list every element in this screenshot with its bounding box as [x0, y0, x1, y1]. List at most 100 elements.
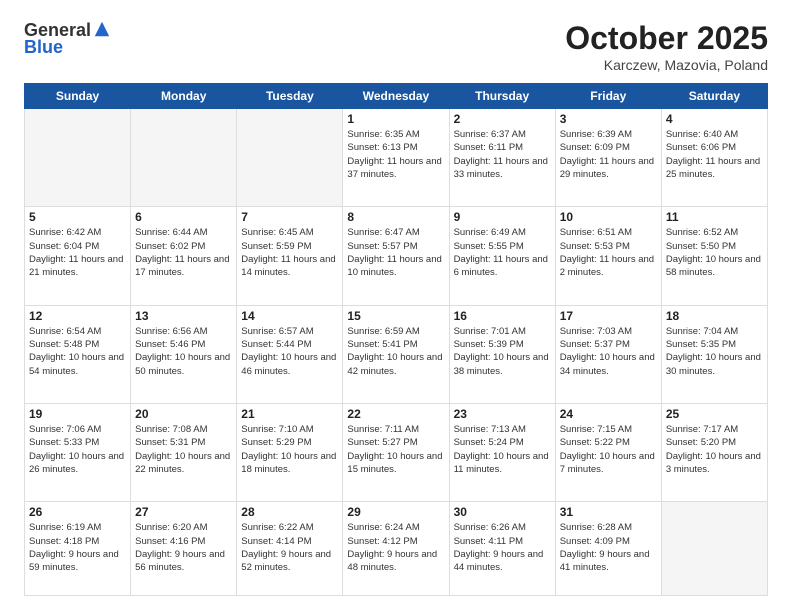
- calendar-cell: [661, 502, 767, 596]
- day-info: Sunrise: 6:57 AM Sunset: 5:44 PM Dayligh…: [241, 325, 338, 378]
- day-number: 5: [29, 210, 126, 224]
- col-sunday: Sunday: [25, 84, 131, 109]
- calendar-cell: 20 Sunrise: 7:08 AM Sunset: 5:31 PM Dayli…: [131, 403, 237, 501]
- day-number: 8: [347, 210, 444, 224]
- day-info: Sunrise: 7:11 AM Sunset: 5:27 PM Dayligh…: [347, 423, 444, 476]
- calendar-cell: 8 Sunrise: 6:47 AM Sunset: 5:57 PM Daylig…: [343, 207, 449, 305]
- calendar-cell: 14 Sunrise: 6:57 AM Sunset: 5:44 PM Dayli…: [237, 305, 343, 403]
- calendar-cell: 4Sunrise: 6:40 AM Sunset: 6:06 PM Daylig…: [661, 109, 767, 207]
- calendar-week-2: 5 Sunrise: 6:42 AM Sunset: 6:04 PM Daylig…: [25, 207, 768, 305]
- calendar-week-1: 1Sunrise: 6:35 AM Sunset: 6:13 PM Daylig…: [25, 109, 768, 207]
- day-number: 12: [29, 309, 126, 323]
- day-number: 11: [666, 210, 763, 224]
- day-info: Sunrise: 6:59 AM Sunset: 5:41 PM Dayligh…: [347, 325, 444, 378]
- calendar-cell: 24 Sunrise: 7:15 AM Sunset: 5:22 PM Dayli…: [555, 403, 661, 501]
- day-info: Sunrise: 6:24 AM Sunset: 4:12 PM Dayligh…: [347, 521, 444, 574]
- day-info: Sunrise: 6:19 AM Sunset: 4:18 PM Dayligh…: [29, 521, 126, 574]
- calendar-cell: 9Sunrise: 6:49 AM Sunset: 5:55 PM Daylig…: [449, 207, 555, 305]
- day-info: Sunrise: 7:17 AM Sunset: 5:20 PM Dayligh…: [666, 423, 763, 476]
- col-monday: Monday: [131, 84, 237, 109]
- calendar-cell: [237, 109, 343, 207]
- calendar-header-row: Sunday Monday Tuesday Wednesday Thursday…: [25, 84, 768, 109]
- calendar-cell: 17 Sunrise: 7:03 AM Sunset: 5:37 PM Dayli…: [555, 305, 661, 403]
- day-number: 28: [241, 505, 338, 519]
- calendar-cell: 3 Sunrise: 6:39 AM Sunset: 6:09 PM Daylig…: [555, 109, 661, 207]
- day-info: Sunrise: 6:42 AM Sunset: 6:04 PM Dayligh…: [29, 226, 126, 279]
- day-info: Sunrise: 6:54 AM Sunset: 5:48 PM Dayligh…: [29, 325, 126, 378]
- calendar-cell: 16Sunrise: 7:01 AM Sunset: 5:39 PM Dayli…: [449, 305, 555, 403]
- day-info: Sunrise: 7:03 AM Sunset: 5:37 PM Dayligh…: [560, 325, 657, 378]
- day-number: 2: [454, 112, 551, 126]
- calendar-cell: [131, 109, 237, 207]
- month-title: October 2025: [565, 20, 768, 57]
- day-info: Sunrise: 6:37 AM Sunset: 6:11 PM Dayligh…: [454, 128, 551, 181]
- calendar-cell: 29 Sunrise: 6:24 AM Sunset: 4:12 PM Dayli…: [343, 502, 449, 596]
- day-info: Sunrise: 7:04 AM Sunset: 5:35 PM Dayligh…: [666, 325, 763, 378]
- day-info: Sunrise: 6:26 AM Sunset: 4:11 PM Dayligh…: [454, 521, 551, 574]
- calendar-cell: 7 Sunrise: 6:45 AM Sunset: 5:59 PM Daylig…: [237, 207, 343, 305]
- day-info: Sunrise: 6:49 AM Sunset: 5:55 PM Dayligh…: [454, 226, 551, 279]
- calendar-cell: 10Sunrise: 6:51 AM Sunset: 5:53 PM Dayli…: [555, 207, 661, 305]
- day-number: 27: [135, 505, 232, 519]
- day-number: 1: [347, 112, 444, 126]
- calendar-cell: 2 Sunrise: 6:37 AM Sunset: 6:11 PM Daylig…: [449, 109, 555, 207]
- calendar-cell: 5 Sunrise: 6:42 AM Sunset: 6:04 PM Daylig…: [25, 207, 131, 305]
- calendar-cell: 23Sunrise: 7:13 AM Sunset: 5:24 PM Dayli…: [449, 403, 555, 501]
- col-thursday: Thursday: [449, 84, 555, 109]
- day-number: 7: [241, 210, 338, 224]
- day-number: 20: [135, 407, 232, 421]
- day-number: 29: [347, 505, 444, 519]
- day-number: 22: [347, 407, 444, 421]
- day-info: Sunrise: 7:06 AM Sunset: 5:33 PM Dayligh…: [29, 423, 126, 476]
- calendar-week-4: 19 Sunrise: 7:06 AM Sunset: 5:33 PM Dayli…: [25, 403, 768, 501]
- day-info: Sunrise: 7:08 AM Sunset: 5:31 PM Dayligh…: [135, 423, 232, 476]
- day-number: 19: [29, 407, 126, 421]
- day-number: 15: [347, 309, 444, 323]
- logo-blue-text: Blue: [24, 37, 63, 58]
- calendar-cell: 18 Sunrise: 7:04 AM Sunset: 5:35 PM Dayli…: [661, 305, 767, 403]
- day-number: 10: [560, 210, 657, 224]
- day-info: Sunrise: 6:20 AM Sunset: 4:16 PM Dayligh…: [135, 521, 232, 574]
- calendar-cell: 19 Sunrise: 7:06 AM Sunset: 5:33 PM Dayli…: [25, 403, 131, 501]
- calendar-cell: 13 Sunrise: 6:56 AM Sunset: 5:46 PM Dayli…: [131, 305, 237, 403]
- day-info: Sunrise: 6:28 AM Sunset: 4:09 PM Dayligh…: [560, 521, 657, 574]
- calendar-cell: 25 Sunrise: 7:17 AM Sunset: 5:20 PM Dayli…: [661, 403, 767, 501]
- calendar-cell: 27 Sunrise: 6:20 AM Sunset: 4:16 PM Dayli…: [131, 502, 237, 596]
- day-number: 30: [454, 505, 551, 519]
- day-number: 14: [241, 309, 338, 323]
- day-number: 25: [666, 407, 763, 421]
- col-tuesday: Tuesday: [237, 84, 343, 109]
- day-info: Sunrise: 6:44 AM Sunset: 6:02 PM Dayligh…: [135, 226, 232, 279]
- day-number: 4: [666, 112, 763, 126]
- day-number: 21: [241, 407, 338, 421]
- day-number: 18: [666, 309, 763, 323]
- day-number: 13: [135, 309, 232, 323]
- page: General Blue October 2025 Karczew, Mazov…: [0, 0, 792, 612]
- calendar-week-3: 12 Sunrise: 6:54 AM Sunset: 5:48 PM Dayli…: [25, 305, 768, 403]
- day-number: 17: [560, 309, 657, 323]
- col-friday: Friday: [555, 84, 661, 109]
- calendar-cell: 1Sunrise: 6:35 AM Sunset: 6:13 PM Daylig…: [343, 109, 449, 207]
- day-number: 3: [560, 112, 657, 126]
- day-info: Sunrise: 7:15 AM Sunset: 5:22 PM Dayligh…: [560, 423, 657, 476]
- day-number: 23: [454, 407, 551, 421]
- day-info: Sunrise: 7:01 AM Sunset: 5:39 PM Dayligh…: [454, 325, 551, 378]
- day-info: Sunrise: 6:39 AM Sunset: 6:09 PM Dayligh…: [560, 128, 657, 181]
- calendar-week-5: 26 Sunrise: 6:19 AM Sunset: 4:18 PM Dayli…: [25, 502, 768, 596]
- day-info: Sunrise: 6:52 AM Sunset: 5:50 PM Dayligh…: [666, 226, 763, 279]
- calendar-cell: 26 Sunrise: 6:19 AM Sunset: 4:18 PM Dayli…: [25, 502, 131, 596]
- col-saturday: Saturday: [661, 84, 767, 109]
- day-info: Sunrise: 6:47 AM Sunset: 5:57 PM Dayligh…: [347, 226, 444, 279]
- day-number: 26: [29, 505, 126, 519]
- col-wednesday: Wednesday: [343, 84, 449, 109]
- calendar-cell: 6 Sunrise: 6:44 AM Sunset: 6:02 PM Daylig…: [131, 207, 237, 305]
- logo-icon: [93, 20, 111, 38]
- logo: General Blue: [24, 20, 111, 58]
- calendar-cell: 21Sunrise: 7:10 AM Sunset: 5:29 PM Dayli…: [237, 403, 343, 501]
- day-number: 6: [135, 210, 232, 224]
- day-info: Sunrise: 6:45 AM Sunset: 5:59 PM Dayligh…: [241, 226, 338, 279]
- day-info: Sunrise: 6:56 AM Sunset: 5:46 PM Dayligh…: [135, 325, 232, 378]
- day-number: 24: [560, 407, 657, 421]
- calendar-cell: 30 Sunrise: 6:26 AM Sunset: 4:11 PM Dayli…: [449, 502, 555, 596]
- calendar-cell: 15 Sunrise: 6:59 AM Sunset: 5:41 PM Dayli…: [343, 305, 449, 403]
